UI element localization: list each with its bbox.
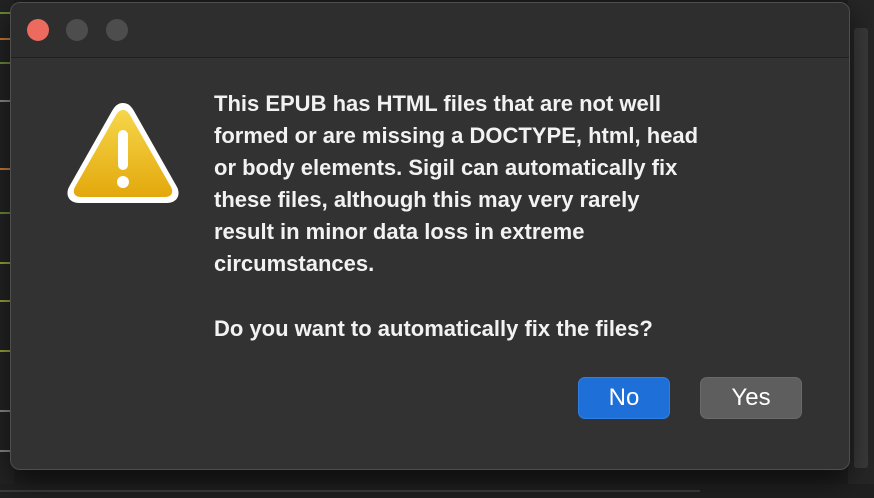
zoom-window-button[interactable] [106, 19, 128, 41]
no-button[interactable]: No [578, 377, 670, 419]
background-scrollbar [854, 28, 868, 468]
dialog-message: This EPUB has HTML files that are not we… [214, 91, 699, 276]
background-scrollbar-area [848, 0, 874, 498]
dialog-titlebar [11, 3, 849, 58]
background-editor-bottom [0, 484, 874, 498]
minimize-window-button[interactable] [66, 19, 88, 41]
background-text-line [0, 490, 700, 492]
close-window-button[interactable] [27, 19, 49, 41]
dialog-question: Do you want to automatically fix the fil… [214, 316, 653, 341]
yes-button[interactable]: Yes [700, 377, 802, 419]
fix-html-dialog: This EPUB has HTML files that are not we… [10, 2, 850, 470]
warning-triangle-icon [67, 103, 179, 203]
